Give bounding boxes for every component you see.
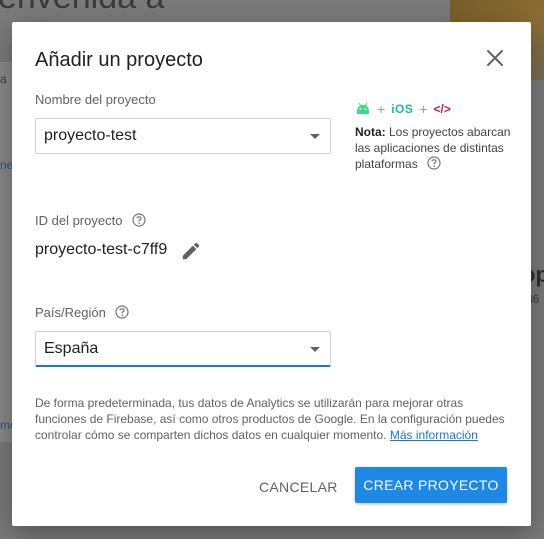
region-select[interactable]: España (35, 331, 331, 367)
dropdown-caret-icon (310, 134, 320, 139)
project-name-label: Nombre del proyecto (35, 92, 156, 107)
create-project-button[interactable]: CREAR PROYECTO (355, 467, 507, 503)
ios-icon: iOS (391, 102, 414, 116)
project-id-label: ID del proyecto (35, 213, 123, 228)
platforms-info: + iOS + </> Nota: Los proyectos abarcan … (355, 100, 515, 172)
region-label: País/Región (35, 305, 106, 320)
background-left-card (0, 62, 12, 442)
background-welcome-text: envenida a (0, 0, 164, 17)
background-left-text: a (0, 72, 7, 86)
help-icon[interactable] (115, 305, 130, 319)
add-project-dialog: Añadir un proyecto Nombre del proyecto p… (12, 22, 531, 526)
dropdown-caret-icon (310, 347, 320, 352)
project-id-value: proyecto-test-c7ff9 (35, 241, 168, 258)
web-code-icon: </> (433, 102, 451, 116)
cancel-button[interactable]: CANCELAR (251, 469, 346, 505)
region-label-row: País/Región (35, 305, 130, 320)
dialog-title: Añadir un proyecto (35, 49, 203, 71)
project-name-input[interactable]: proyecto-test (35, 118, 331, 154)
plus-sign: + (419, 101, 428, 117)
region-value: España (44, 340, 99, 357)
help-icon[interactable] (132, 213, 146, 227)
platforms-note: Nota: Los proyectos abarcan las aplicaci… (355, 124, 515, 172)
project-id-label-row: ID del proyecto (35, 213, 146, 228)
plus-sign: + (377, 101, 386, 117)
close-icon[interactable] (485, 48, 505, 68)
help-icon[interactable] (427, 156, 441, 170)
android-icon (355, 100, 371, 119)
edit-pencil-icon[interactable] (180, 240, 202, 262)
note-bold-label: Nota: (355, 125, 386, 139)
platform-icons: + iOS + </> (355, 100, 515, 118)
more-info-link[interactable]: Más información (390, 428, 478, 442)
project-name-value: proyecto-test (44, 127, 137, 144)
analytics-info-text: De forma predeterminada, tus datos de An… (35, 395, 505, 443)
